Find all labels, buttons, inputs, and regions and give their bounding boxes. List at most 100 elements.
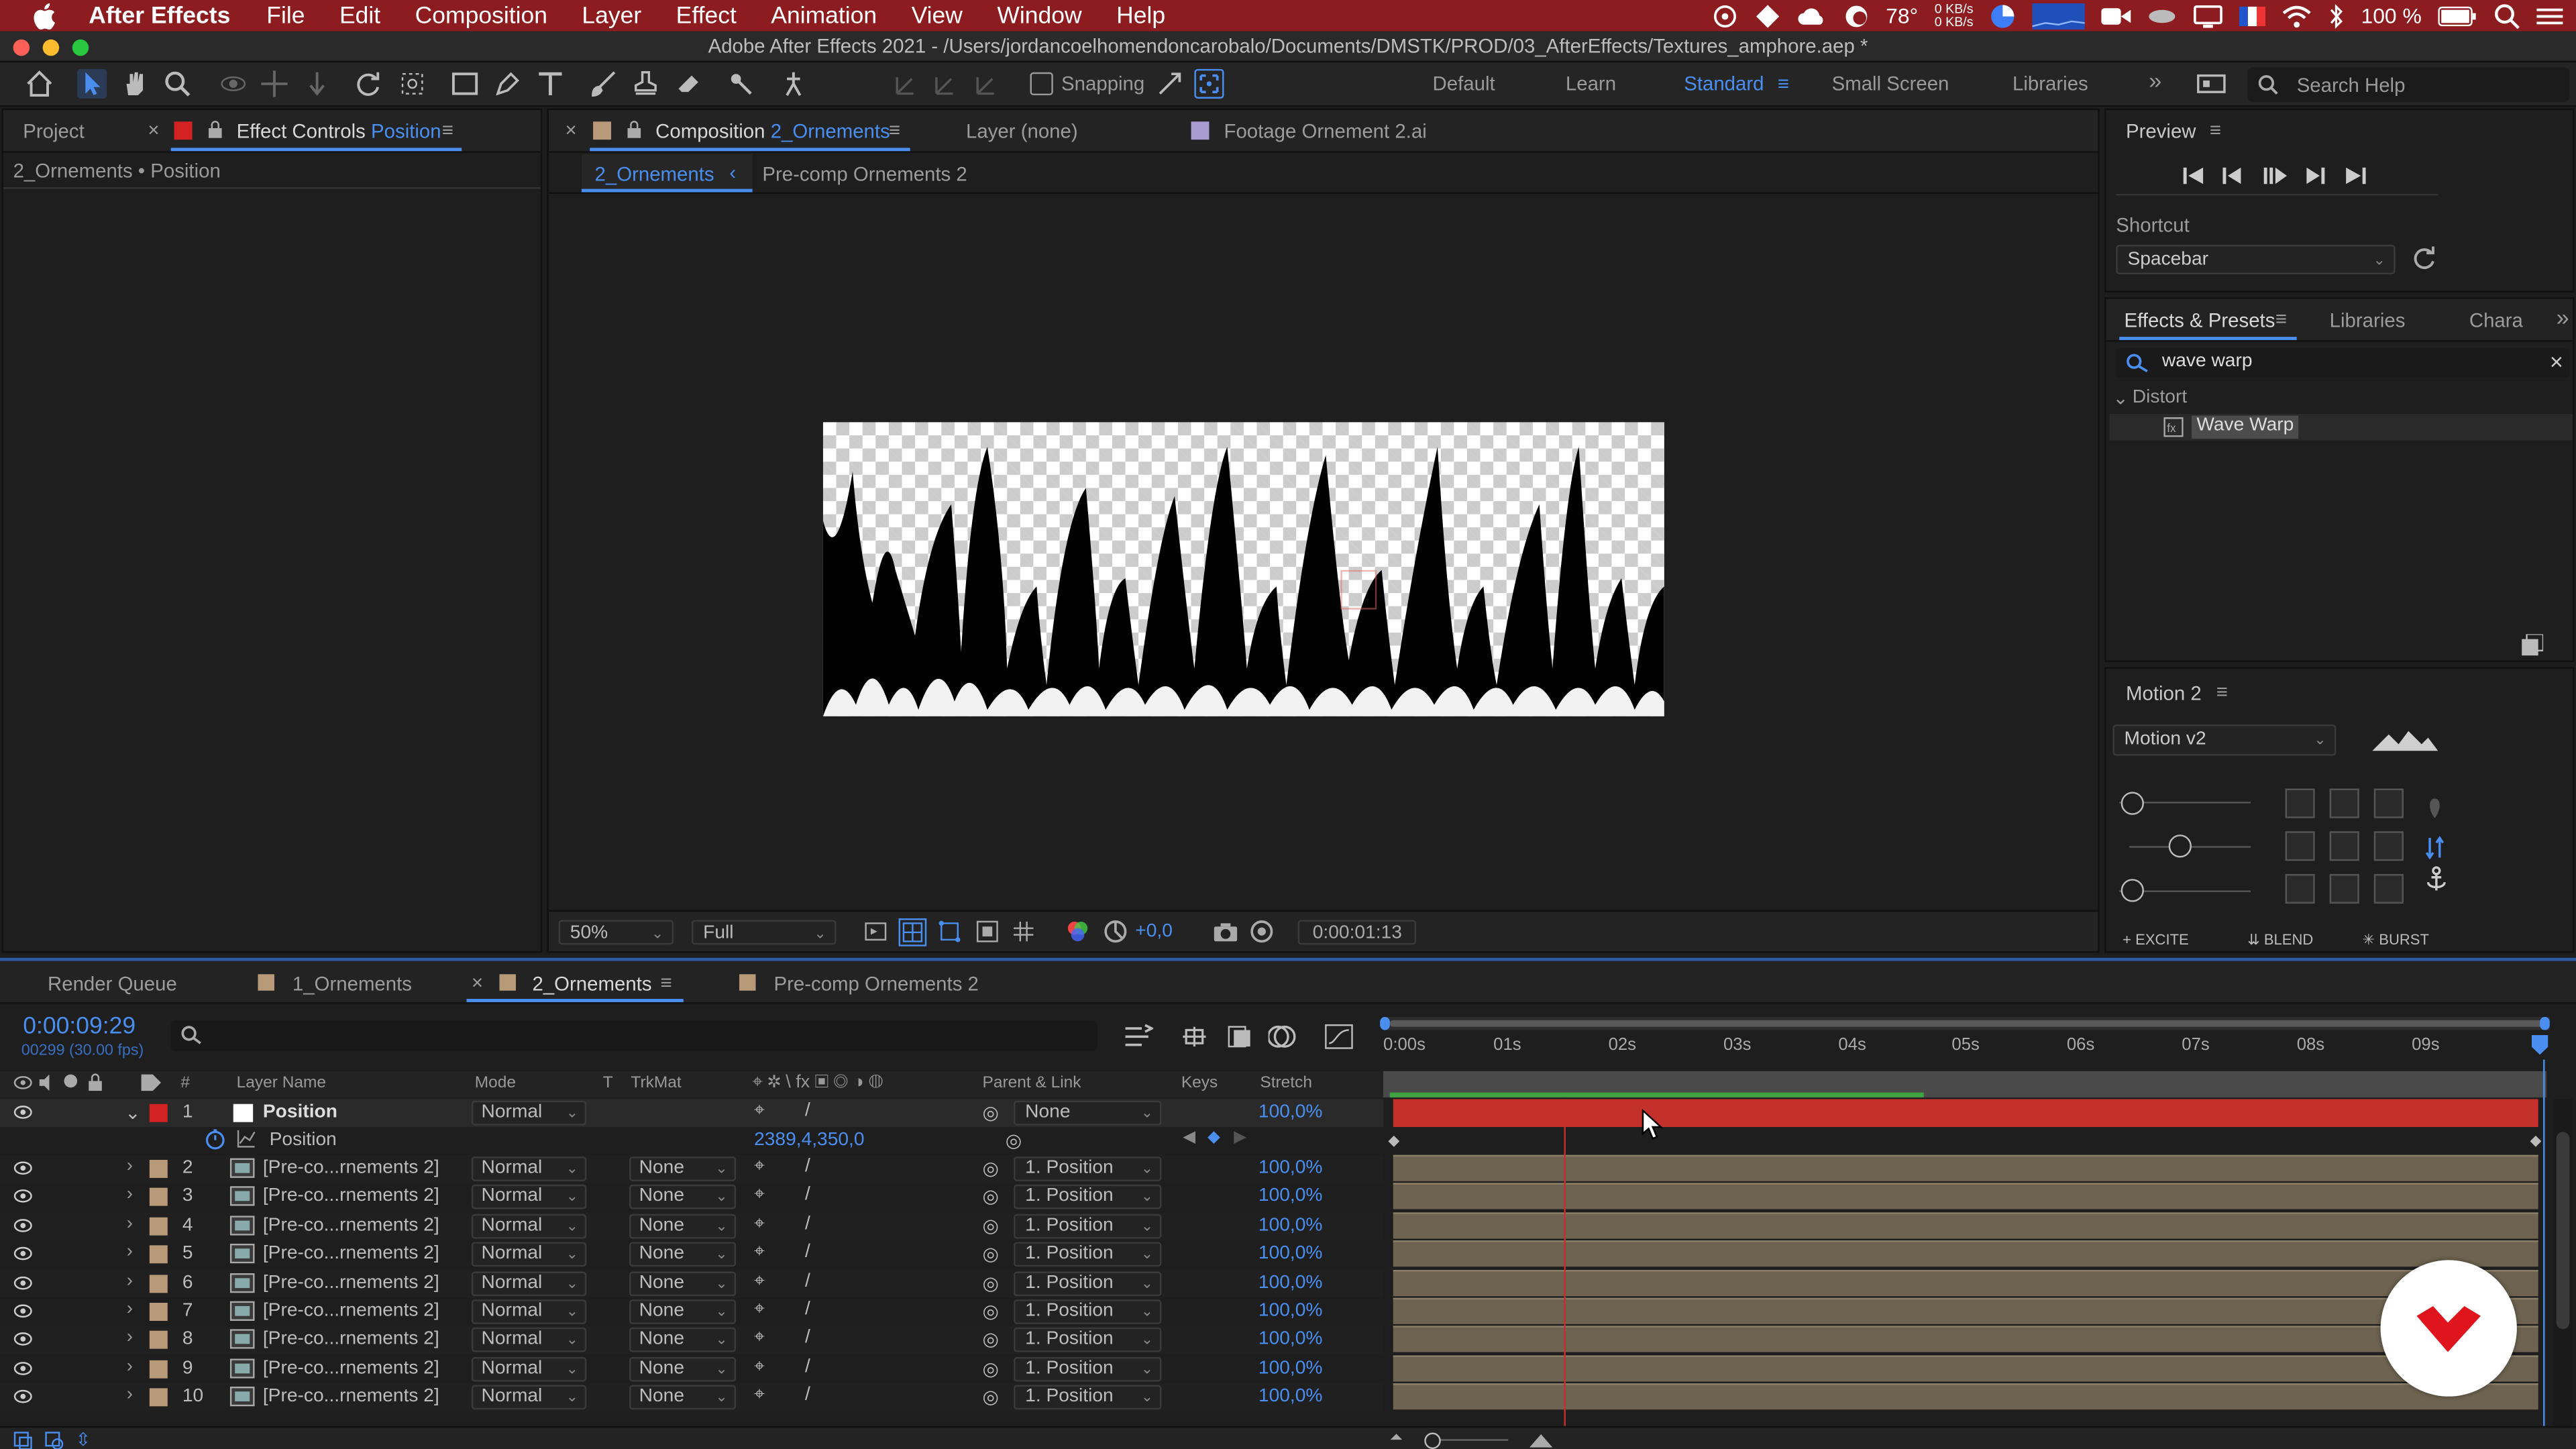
shy-switch-icon[interactable]: ⌖	[754, 1157, 765, 1178]
exposure-value[interactable]: +0,0	[1135, 922, 1173, 941]
playhead-handle[interactable]	[2531, 1034, 2548, 1055]
label-header-icon[interactable]	[140, 1073, 162, 1092]
stretch-value[interactable]: 100,0%	[1258, 1187, 1323, 1206]
prev-keyframe-icon[interactable]: ◀	[1183, 1128, 1195, 1146]
layer-name[interactable]: [Pre-co...rnements 2]	[263, 1387, 439, 1406]
stretch-value[interactable]: 100,0%	[1258, 1358, 1323, 1378]
effects-menu-icon[interactable]: ≡	[2275, 307, 2287, 330]
brush-tool-icon[interactable]	[588, 69, 618, 99]
layer-name[interactable]: [Pre-co...rnements 2]	[263, 1187, 439, 1206]
menu-edit[interactable]: Edit	[339, 3, 380, 29]
orbit-tool-icon[interactable]	[219, 69, 248, 99]
time-zoom-knob[interactable]	[1424, 1432, 1441, 1449]
burst-button[interactable]: ✳ BURST	[2363, 932, 2429, 950]
close-timeline-tab-icon[interactable]: ×	[472, 971, 483, 994]
stopwatch-icon[interactable]	[205, 1128, 225, 1150]
zoom-window-button[interactable]	[72, 39, 89, 56]
tab-chara[interactable]: Chara	[2469, 309, 2523, 331]
stretch-value[interactable]: 100,0%	[1258, 1301, 1323, 1321]
shy-switch-icon[interactable]: ⌖	[754, 1214, 765, 1235]
stretch-value[interactable]: 100,0%	[1258, 1244, 1323, 1263]
dolly-tool-icon[interactable]	[303, 69, 332, 99]
layer-row-1[interactable]: ⌄ 1 Position Normal ⌄ ⌖ / ◎ None ⌄ 100,0%	[0, 1099, 1384, 1128]
workspace-menu-icon[interactable]: ≡	[1778, 72, 1789, 95]
layer-name[interactable]: [Pre-co...rnements 2]	[263, 1358, 439, 1378]
shy-switch-icon[interactable]: ⌖	[754, 1185, 765, 1207]
anchor-top-left[interactable]	[2285, 788, 2315, 818]
expand-chevron-icon[interactable]: ›	[127, 1328, 133, 1348]
close-tab-icon[interactable]: ×	[148, 118, 159, 141]
table-row[interactable]: › 4 [Pre-co...rnements 2] Normal ⌄ None ⌄ ⌖ / ◎ 1.…	[0, 1212, 1384, 1240]
rectangle-tool-icon[interactable]	[450, 69, 480, 99]
graph-editor-icon[interactable]	[1324, 1024, 1354, 1050]
expand-chevron-icon[interactable]: ›	[127, 1242, 133, 1262]
tab-render-queue[interactable]: Render Queue	[48, 973, 177, 996]
motion2-menu-icon[interactable]: ≡	[2216, 680, 2228, 703]
layer-label-swatch[interactable]	[149, 1388, 168, 1407]
menu-window[interactable]: Window	[997, 3, 1081, 29]
slider-knob-1[interactable]	[2121, 792, 2144, 815]
clear-search-icon[interactable]: ×	[2550, 348, 2563, 374]
pickwhip-icon[interactable]: ◎	[983, 1356, 1000, 1379]
workspace-default[interactable]: Default	[1433, 72, 1495, 95]
property-row-position[interactable]: Position 2389,4,350,0 ◎ ◀ ◆ ▶	[0, 1127, 1384, 1155]
solo-header-icon[interactable]	[64, 1074, 78, 1088]
layer-name[interactable]: [Pre-co...rnements 2]	[263, 1273, 439, 1292]
table-row[interactable]: › 8 [Pre-co...rnements 2] Normal ⌄ None ⌄ ⌖ / ◎ 1.…	[0, 1326, 1384, 1354]
audio-header-icon[interactable]	[38, 1074, 57, 1091]
video-toggle-header-icon[interactable]	[13, 1075, 33, 1091]
workspace-panel-icon[interactable]	[2196, 69, 2226, 99]
quality-switch-icon[interactable]: /	[805, 1214, 810, 1233]
expand-category-icon[interactable]: ⌄	[2112, 386, 2129, 409]
hand-tool-icon[interactable]	[120, 69, 150, 99]
timeline-scrollbar[interactable]	[2553, 1099, 2573, 1428]
quality-switch-icon[interactable]: /	[805, 1271, 810, 1291]
keyframe-end[interactable]: ◆	[2530, 1132, 2541, 1150]
table-row[interactable]: › 5 [Pre-co...rnements 2] Normal ⌄ None ⌄ ⌖ / ◎ 1.…	[0, 1240, 1384, 1269]
pin-icon[interactable]	[2425, 797, 2445, 823]
quality-switch-icon[interactable]: /	[805, 1328, 810, 1348]
axis-view-icon[interactable]	[973, 69, 1002, 99]
layer-name[interactable]: [Pre-co...rnements 2]	[263, 1159, 439, 1178]
quality-switch-icon[interactable]: /	[805, 1185, 810, 1205]
stretch-value[interactable]: 100,0%	[1258, 1273, 1323, 1292]
shy-switch-icon[interactable]: ⌖	[754, 1385, 765, 1407]
stretch-value[interactable]: 100,0%	[1258, 1159, 1323, 1178]
pickwhip-icon[interactable]: ◎	[983, 1328, 1000, 1351]
eye-icon[interactable]	[13, 1332, 33, 1348]
home-icon[interactable]	[25, 69, 54, 99]
eye-icon[interactable]	[13, 1160, 33, 1176]
prev-frame-icon[interactable]	[2221, 166, 2244, 185]
tab-composition[interactable]: Composition 2_Ornements	[655, 120, 890, 143]
add-keyframe-icon[interactable]: ◆	[1208, 1128, 1220, 1146]
comp-viewer-canvas[interactable]	[822, 422, 1664, 716]
tab-libraries[interactable]: Libraries	[2330, 309, 2406, 331]
swap-icon[interactable]	[2425, 836, 2445, 859]
tab-2-ornements[interactable]: 2_Ornements	[532, 973, 651, 996]
expand-chevron-icon[interactable]: ›	[127, 1157, 133, 1176]
shy-switch-icon[interactable]: ⌖	[754, 1328, 765, 1350]
snapping-checkbox[interactable]	[1030, 72, 1053, 96]
weather-icon[interactable]	[1843, 3, 1869, 29]
region-of-interest-icon[interactable]	[974, 918, 1000, 945]
axis-local-icon[interactable]	[892, 69, 922, 99]
video-icon[interactable]	[2101, 4, 2131, 27]
comp-panel-menu-icon[interactable]: ≡	[889, 118, 900, 141]
composition-navigator-icon[interactable]	[1124, 1024, 1154, 1050]
pickwhip-icon[interactable]: ◎	[983, 1101, 1000, 1124]
menu-help[interactable]: Help	[1116, 3, 1165, 29]
frame-blending-icon[interactable]	[1226, 1024, 1252, 1050]
current-time-field[interactable]: 0:00:01:13	[1297, 920, 1417, 945]
table-row[interactable]: › 7 [Pre-co...rnements 2] Normal ⌄ None ⌄ ⌖ / ◎ 1.…	[0, 1297, 1384, 1326]
more-workspaces-icon[interactable]: »	[2149, 67, 2161, 93]
rotate-tool-icon[interactable]	[354, 69, 383, 99]
lock-header-icon[interactable]	[87, 1073, 103, 1091]
snapshot-camera-icon[interactable]	[1212, 918, 1238, 945]
expand-chevron-icon[interactable]: ›	[127, 1214, 133, 1233]
zoom-in-icon[interactable]	[1528, 1430, 1554, 1449]
layer-label-swatch[interactable]	[149, 1245, 168, 1264]
menu-effect[interactable]: Effect	[676, 3, 737, 29]
mask-visibility-icon[interactable]	[936, 918, 963, 945]
shortcut-dropdown[interactable]: Spacebar ⌄	[2116, 244, 2396, 274]
stretch-value[interactable]: 100,0%	[1258, 1216, 1323, 1235]
